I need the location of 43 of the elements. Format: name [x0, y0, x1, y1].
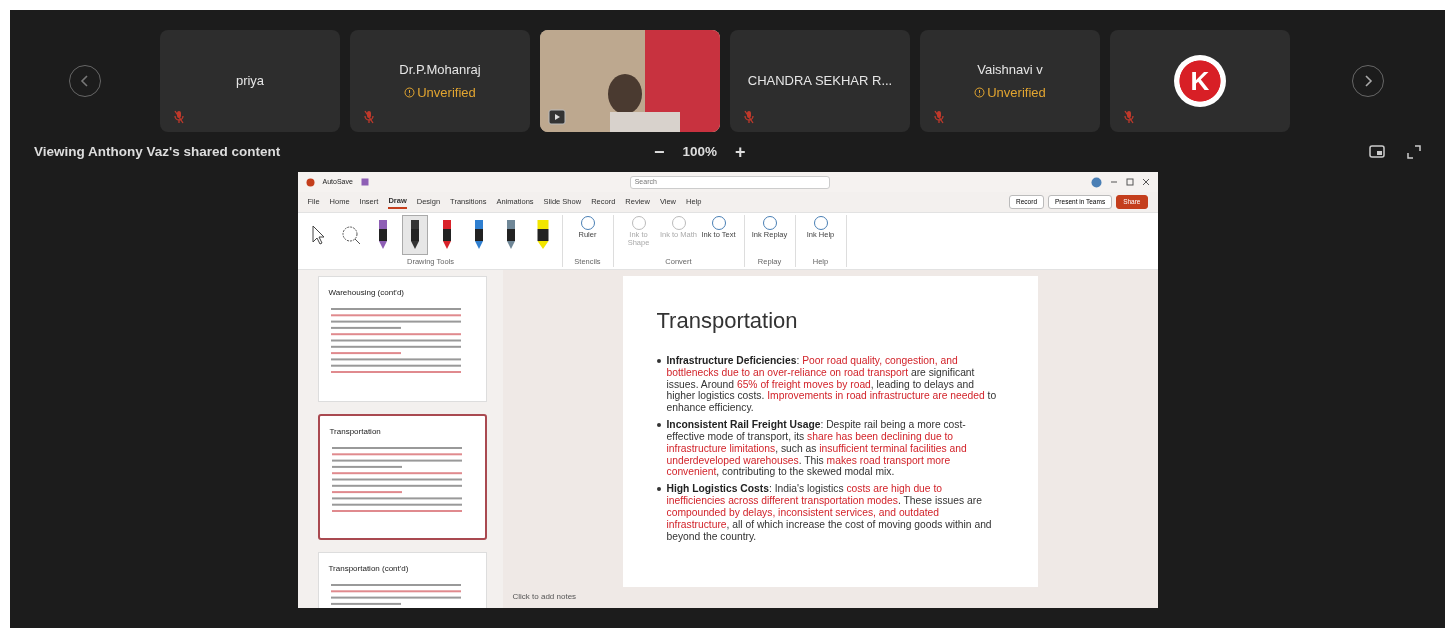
zoom-out-button[interactable]: − [654, 138, 665, 166]
notes-field[interactable]: Click to add notes [502, 587, 587, 607]
circle-icon [710, 215, 727, 231]
slide-bullet: High Logistics Costs: India's logistics costs are high due to inefficiencies across different transportation modes. These issues are compounded by delays, inconsistent services, and outdated infrastructure, all of which increase the cost of moving goods within and beyond the country. [666, 483, 993, 543]
participant-name: priya [235, 72, 265, 91]
close-icon[interactable] [1141, 178, 1150, 186]
slide-thumbnail[interactable]: Transportation (cont'd) [317, 552, 487, 608]
chevron-left-icon [80, 75, 90, 87]
chevron-right-icon [1362, 75, 1373, 87]
logo-badge: K [1174, 55, 1226, 107]
verification-status: Unverified [987, 84, 1046, 102]
slide-thumbnail[interactable]: Warehousing (cont'd) [317, 276, 487, 402]
circle-icon [761, 215, 778, 231]
circle-icon [670, 215, 687, 231]
participant-name: Dr.P.Mohanraj [399, 60, 481, 79]
screen-share-icon [548, 106, 566, 126]
thumbnail-title: Warehousing (cont'd) [328, 287, 405, 299]
avatar-icon[interactable] [1090, 176, 1102, 188]
fullscreen-icon[interactable] [1407, 145, 1421, 159]
popout-icon[interactable] [1369, 145, 1385, 159]
verification-status: Unverified [417, 84, 476, 102]
slide-title: Transportation [656, 307, 799, 335]
zoom-in-button[interactable]: + [735, 138, 746, 166]
bullet-icon [656, 423, 661, 428]
bullet-icon [656, 487, 661, 492]
thumbnail-title: Transportation (cont'd) [328, 563, 410, 575]
circle-icon [579, 215, 596, 231]
participant-name: CHANDRA SEKHAR R... [747, 72, 893, 91]
zoom-level: 100% [682, 142, 718, 161]
viewing-label: Viewing Anthony Vaz's shared content [34, 142, 282, 161]
warning-icon [404, 87, 416, 99]
bullet-icon [656, 359, 661, 363]
slide-thumbnail[interactable]: Transportation [317, 414, 487, 540]
circle-icon [812, 215, 829, 231]
thumbnail-title: Transportation [329, 426, 382, 438]
warning-icon [974, 87, 986, 99]
slide-bullet: Inconsistent Rail Freight Usage: Despite rail being a more cost-effective mode of transport, its share has been declining due to infrastructure limitations, such as insufficient terminal facilities and underdeveloped warehouses. This makes road transport more convenient, contributing to the skewed modal mix. [666, 419, 968, 479]
participant-name: Vaishnavi v [977, 60, 1043, 79]
pen-icon[interactable] [401, 215, 428, 255]
maximize-icon[interactable] [1125, 178, 1134, 186]
slide-bullet: Infrastructure Deficiencies: Poor road quality, congestion, and bottlenecks due to an over-reliance on road transport are significant issues. Around 65% of freight moves by road, leading to delays and higher logistics costs. Improvements in road infrastructure are needed to enhance efficiency. [666, 355, 998, 415]
app-logo-icon [305, 177, 315, 187]
circle-icon [630, 215, 647, 231]
